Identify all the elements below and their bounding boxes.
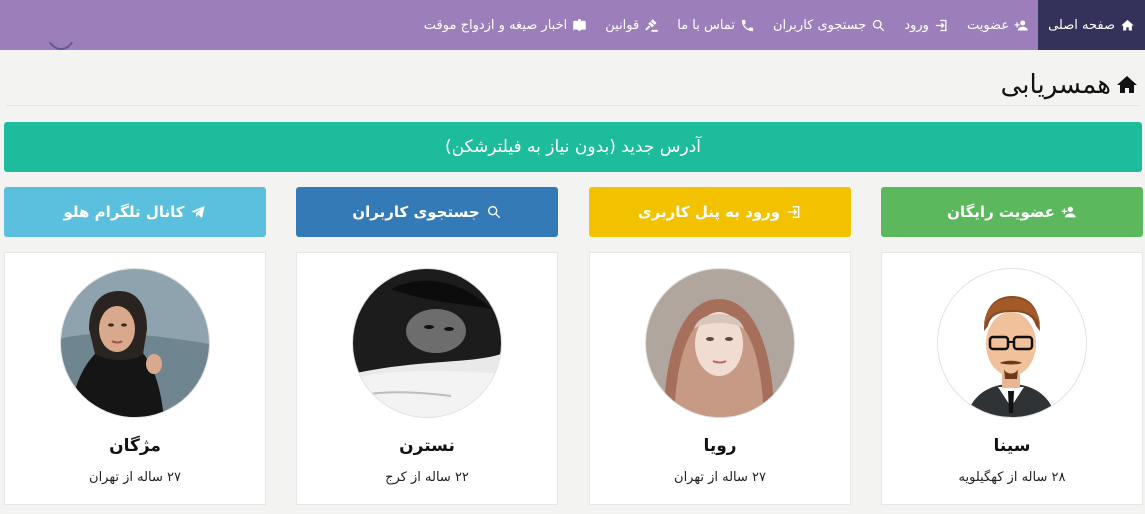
nav-home-label: صفحه اصلی [1048, 17, 1115, 33]
profile-name[interactable]: رویا [703, 436, 736, 456]
avatar-photo [61, 269, 209, 417]
nav-home[interactable]: صفحه اصلی [1038, 0, 1145, 50]
search-icon [487, 206, 500, 219]
user-panel-login-button[interactable]: ورود به پنل کاربری [589, 187, 851, 237]
telegram-channel-button[interactable]: کانال تلگرام هلو [4, 187, 266, 237]
telegram-channel-label: کانال تلگرام هلو [63, 203, 185, 221]
search-icon [873, 19, 885, 31]
profile-card[interactable]: رویا ۲۷ ساله از تهران [589, 252, 851, 505]
home-icon [1117, 76, 1137, 93]
profile-name[interactable]: سینا [994, 436, 1031, 456]
free-join-label: عضویت رایگان [947, 203, 1055, 221]
title-divider [6, 105, 1139, 106]
avatar-photo [353, 269, 501, 417]
nav-register[interactable]: عضویت [958, 0, 1038, 50]
banner-label: آدرس جدید (بدون نیاز به فیلترشکن) [444, 137, 702, 157]
nav-contact[interactable]: تماس با ما [668, 0, 764, 50]
book-icon [573, 18, 586, 31]
free-join-button[interactable]: عضویت رایگان [881, 187, 1143, 237]
new-address-banner[interactable]: آدرس جدید (بدون نیاز به فیلترشکن) [4, 122, 1142, 172]
phone-icon [741, 19, 754, 31]
nav-search-users[interactable]: جستجوی کاربران [764, 0, 895, 50]
nav-rules[interactable]: قوانین [596, 0, 668, 50]
avatar-illustration [938, 269, 1086, 417]
nav-contact-label: تماس با ما [677, 17, 735, 33]
paper-plane-icon [191, 206, 206, 218]
profile-card[interactable]: مژگان ۲۷ ساله از تهران [4, 252, 266, 505]
nav-search-users-label: جستجوی کاربران [772, 17, 867, 33]
nav-rules-label: قوانین [605, 17, 640, 33]
avatar[interactable] [352, 268, 502, 418]
sign-in-icon [935, 19, 947, 31]
avatar[interactable] [60, 268, 210, 418]
user-panel-login-label: ورود به پنل کاربری [637, 203, 781, 221]
home-icon [1121, 19, 1134, 30]
gavel-icon [645, 18, 658, 32]
profile-info: ۲۸ ساله از کهگیلویه [958, 470, 1066, 485]
top-navbar: صفحه اصلی عضویت ورود جستجوی کاربران تماس… [0, 0, 1145, 50]
nav-news-label: اخبار صیغه و ازدواج موقت [423, 17, 568, 33]
nav-news[interactable]: اخبار صیغه و ازدواج موقت [415, 0, 596, 50]
page-title-text: همسریابی [1000, 70, 1111, 100]
profile-card[interactable]: نسترن ۲۲ ساله از کرج [296, 252, 558, 505]
user-plus-icon [1014, 20, 1028, 30]
search-users-label: جستجوی کاربران [352, 203, 480, 221]
profile-info: ۲۷ ساله از تهران [674, 470, 766, 485]
profile-info: ۲۲ ساله از کرج [385, 470, 469, 485]
avatar-photo [646, 269, 794, 417]
profile-name[interactable]: نسترن [399, 436, 455, 456]
avatar[interactable] [937, 268, 1087, 418]
profile-name[interactable]: مژگان [109, 436, 161, 456]
nav-register-label: عضویت [966, 17, 1010, 33]
user-plus-icon [1061, 206, 1076, 218]
search-users-button[interactable]: جستجوی کاربران [296, 187, 558, 237]
sign-in-icon [788, 206, 800, 218]
page-title: همسریابی [1001, 66, 1139, 104]
nav-login[interactable]: ورود [895, 0, 958, 50]
profile-info: ۲۷ ساله از تهران [89, 470, 181, 485]
nav-login-label: ورود [904, 17, 929, 33]
avatar[interactable] [645, 268, 795, 418]
profile-card[interactable]: سینا ۲۸ ساله از کهگیلویه [881, 252, 1143, 505]
